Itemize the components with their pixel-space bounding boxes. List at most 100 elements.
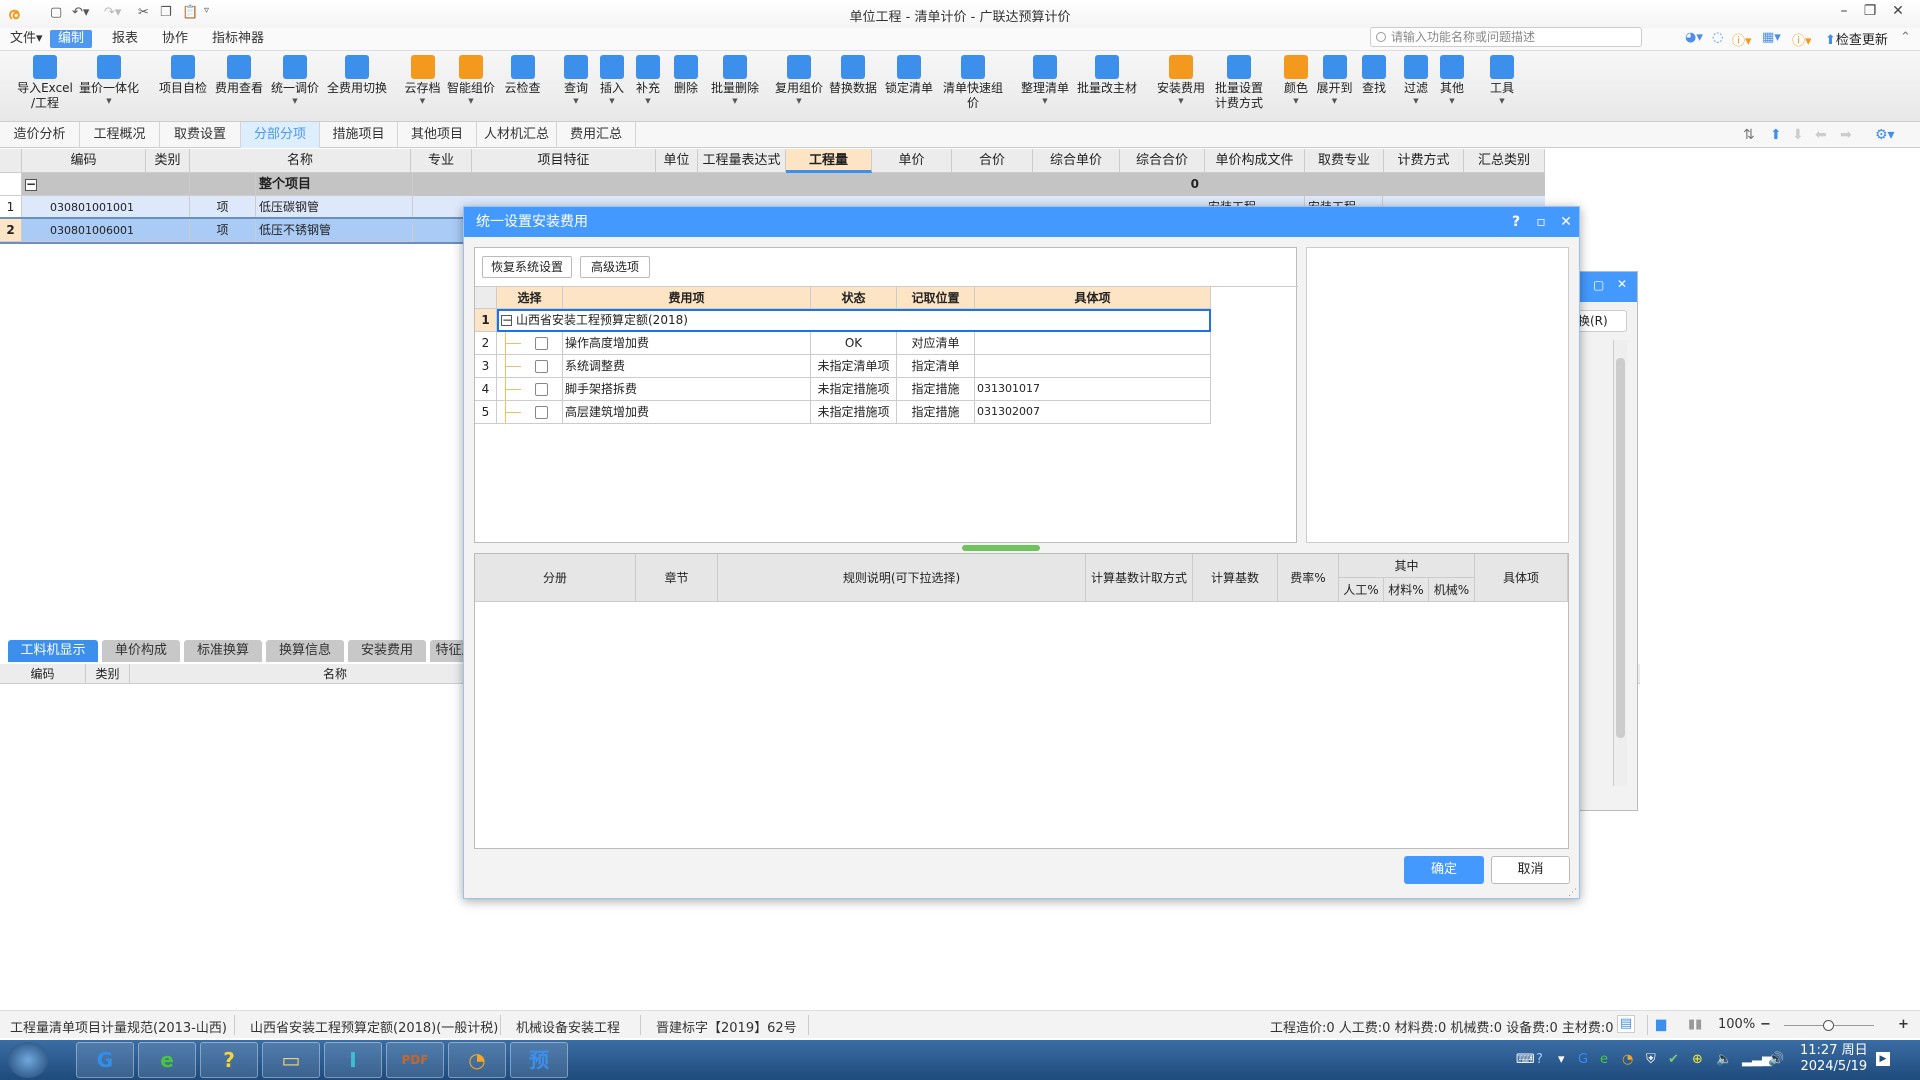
menu-index[interactable]: 指标神器 [204, 30, 272, 48]
fee-detail[interactable]: 031301017 [975, 378, 1211, 401]
support-icon[interactable]: ◌ [1712, 30, 1723, 45]
show-hidden-icon[interactable]: ▾ [1558, 1052, 1565, 1067]
ribbon-button-26[interactable]: 其他 ▼ [1436, 55, 1468, 106]
yusuan-icon[interactable]: 预 [510, 1042, 568, 1078]
column-header[interactable]: 编码 [22, 149, 146, 173]
root-row[interactable]: − 整个项目 0 [0, 173, 1545, 196]
menu-file[interactable]: 文件▾ [2, 30, 51, 48]
plus-tray-icon[interactable]: ⊕ [1692, 1052, 1703, 1067]
glodon-g-icon[interactable]: G [76, 1042, 134, 1078]
tab-3[interactable]: 分部分项 [241, 122, 320, 148]
tab-4[interactable]: 措施项目 [320, 122, 398, 148]
column-header[interactable]: 项目特征 [472, 149, 656, 173]
fee-row[interactable]: 2 操作高度增加费 OK 对应清单 [475, 332, 1211, 355]
show-desktop-icon[interactable]: ▶ [1876, 1052, 1890, 1066]
zoom-slider[interactable] [1784, 1020, 1874, 1031]
zoom-out-button[interactable]: − [1760, 1017, 1771, 1032]
column-header[interactable]: 类别 [146, 149, 190, 173]
detail-tab-0[interactable]: 工料机显示 [8, 640, 98, 662]
move-left-icon[interactable]: ⬅ [1815, 127, 1827, 143]
tab-6[interactable]: 人材机汇总 [477, 122, 557, 148]
keyboard-icon[interactable]: ⌨ [1516, 1052, 1535, 1067]
apps-grid-icon[interactable]: ▦▾ [1762, 30, 1781, 45]
system-clock[interactable]: 11:27 周日 2024/5/19 [1800, 1043, 1868, 1075]
ribbon-button-11[interactable]: 补充 ▼ [632, 55, 664, 106]
advanced-options-button[interactable]: 高级选项 [580, 256, 650, 278]
glodon-cloud-icon[interactable]: ◔ [448, 1042, 506, 1078]
fee-position[interactable]: 指定措施 [897, 378, 975, 401]
column-header[interactable]: 汇总类别 [1464, 149, 1545, 173]
fee-detail[interactable] [975, 355, 1211, 378]
detail-tab-3[interactable]: 换算信息 [266, 640, 344, 662]
ribbon-button-18[interactable]: 整理清单 ▼ [1016, 55, 1074, 106]
fee-detail[interactable]: 031302007 [975, 401, 1211, 424]
resize-grip-icon[interactable]: ⋰ [1568, 888, 1577, 898]
column-header[interactable]: 单价构成文件 [1205, 149, 1305, 173]
tab-7[interactable]: 费用汇总 [557, 122, 636, 148]
layout-horizontal-icon[interactable]: ▤ [1617, 1015, 1635, 1033]
column-header[interactable]: 专业 [411, 149, 472, 173]
tab-1[interactable]: 工程概况 [80, 122, 160, 148]
ribbon-button-23[interactable]: 展开到 ▼ [1312, 55, 1357, 106]
fee-group-row[interactable]: 1− 山西省安装工程预算定额(2018) [475, 309, 1211, 332]
fee-checkbox[interactable] [535, 406, 548, 419]
ribbon-button-14[interactable]: 复用组价 ▼ [770, 55, 828, 106]
restore-defaults-button[interactable]: 恢复系统设置 [482, 256, 572, 278]
column-header[interactable]: 合价 [952, 149, 1033, 173]
replace-button[interactable]: 换(R) [1577, 310, 1627, 332]
help-tray-icon[interactable]: ? [1536, 1052, 1543, 1067]
folder-icon[interactable]: ▭ [262, 1042, 320, 1078]
check-update-button[interactable]: ⬆检查更新 [1825, 29, 1888, 48]
fee-position[interactable]: 对应清单 [897, 332, 975, 355]
ribbon-button-16[interactable]: 锁定清单 [880, 55, 938, 96]
close-icon[interactable]: ✕ [1558, 213, 1574, 231]
ribbon-button-21[interactable]: 批量设置 计费方式 [1210, 55, 1268, 111]
ribbon-button-2[interactable]: 项目自检 [154, 55, 212, 96]
fee-checkbox[interactable] [535, 337, 548, 350]
ribbon-button-8[interactable]: 云检查 [500, 55, 545, 96]
ribbon-button-10[interactable]: 插入 ▼ [596, 55, 628, 106]
dialog-title-bar[interactable]: 统一设置安装费用 [464, 207, 1579, 237]
menu-report[interactable]: 报表 [104, 30, 146, 48]
fee-row[interactable]: 5 高层建筑增加费 未指定措施项 指定措施 031302007 [475, 401, 1211, 424]
layout-stacked-icon[interactable]: ▆ [1656, 1017, 1666, 1032]
column-header[interactable]: 综合合价 [1120, 149, 1205, 173]
i-app-icon[interactable]: I [324, 1042, 382, 1078]
column-header[interactable]: 单位 [656, 149, 698, 173]
function-search-input[interactable]: 请输入功能名称或问题描述 [1370, 27, 1642, 47]
ribbon-button-20[interactable]: 安装费用 ▼ [1152, 55, 1210, 106]
column-header[interactable]: 工程量 [786, 149, 872, 173]
maximize-icon[interactable]: ▢ [1593, 278, 1604, 292]
ribbon-button-12[interactable]: 删除 [670, 55, 702, 96]
fee-checkbox[interactable] [535, 383, 548, 396]
fee-checkbox[interactable] [535, 360, 548, 373]
column-header[interactable]: 单价 [872, 149, 952, 173]
help-doc-icon[interactable]: ? [200, 1042, 258, 1078]
cancel-button[interactable]: 取消 [1491, 856, 1570, 884]
ribbon-button-3[interactable]: 费用查看 [210, 55, 268, 96]
collapse-toggle[interactable]: − [501, 314, 512, 326]
detail-tab-1[interactable]: 单价构成 [102, 640, 180, 662]
ribbon-button-7[interactable]: 智能组价 ▼ [442, 55, 500, 106]
fee-row[interactable]: 3 系统调整费 未指定清单项 指定清单 [475, 355, 1211, 378]
collapse-ribbon-icon[interactable]: ⌃ [1900, 30, 1911, 45]
usb-tray-icon[interactable]: ✔ [1668, 1052, 1679, 1067]
start-button[interactable] [8, 1042, 48, 1078]
ie-browser-icon[interactable]: e [138, 1042, 196, 1078]
layout-columns-icon[interactable]: ▮▮ [1688, 1017, 1702, 1032]
ribbon-button-6[interactable]: 云存档 ▼ [400, 55, 445, 106]
ribbon-button-13[interactable]: 批量删除 ▼ [706, 55, 764, 106]
detail-tab-2[interactable]: 标准换算 [184, 640, 262, 662]
ribbon-button-1[interactable]: 量价一体化 ▼ [74, 55, 144, 106]
ribbon-button-25[interactable]: 过滤 ▼ [1400, 55, 1432, 106]
collapse-toggle[interactable]: − [25, 178, 37, 191]
ribbon-button-4[interactable]: 统一调价 ▼ [266, 55, 324, 106]
ribbon-button-9[interactable]: 查询 ▼ [560, 55, 592, 106]
ribbon-button-22[interactable]: 颜色 ▼ [1280, 55, 1312, 106]
ribbon-button-15[interactable]: 替换数据 [824, 55, 882, 96]
speaker-icon[interactable]: 🔊 [1768, 1052, 1784, 1067]
info-icon[interactable]: ⓘ▾ [1792, 30, 1812, 49]
restore-button[interactable]: ❐ [1858, 3, 1882, 19]
column-settings-icon[interactable]: ⚙▾ [1875, 127, 1895, 143]
pdf-icon[interactable]: PDF [386, 1042, 444, 1078]
